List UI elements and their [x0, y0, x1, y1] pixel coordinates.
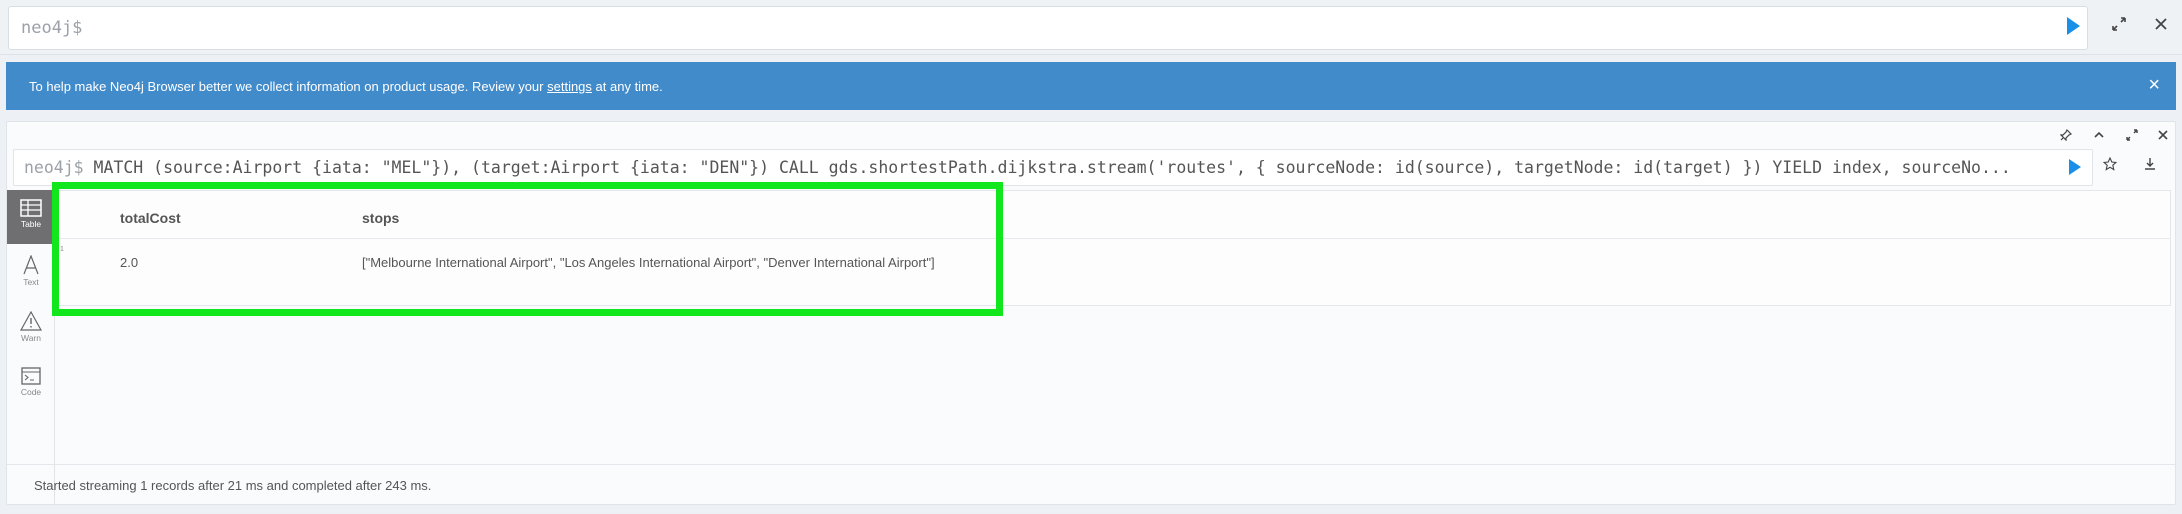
pin-icon[interactable] — [2056, 127, 2076, 147]
banner-close-icon[interactable]: × — [2148, 75, 2160, 95]
highlight-box — [52, 182, 1003, 316]
favorite-star-icon[interactable] — [2099, 156, 2121, 178]
expand-editor-icon[interactable] — [2108, 14, 2130, 36]
view-tabs: Table Text Warn Code — [7, 190, 55, 505]
usage-banner: To help make Neo4j Browser better we col… — [6, 62, 2176, 110]
table-icon — [20, 199, 42, 217]
close-frame-icon[interactable] — [2153, 127, 2173, 147]
banner-message: To help make Neo4j Browser better we col… — [29, 79, 663, 94]
rerun-query-icon[interactable] — [2069, 159, 2081, 175]
tab-warn[interactable]: Warn — [7, 302, 55, 356]
fullscreen-icon[interactable] — [2122, 127, 2142, 147]
status-bar: Started streaming 1 records after 21 ms … — [7, 464, 2175, 505]
collapse-icon[interactable] — [2089, 127, 2109, 147]
download-icon[interactable] — [2139, 156, 2161, 178]
status-message: Started streaming 1 records after 21 ms … — [34, 478, 432, 493]
frame-query-editor[interactable]: neo4j$ MATCH (source:Airport {iata: "MEL… — [13, 149, 2093, 186]
warning-icon — [20, 311, 42, 331]
run-query-icon[interactable] — [2067, 17, 2080, 35]
settings-link[interactable]: settings — [547, 79, 592, 94]
tab-text[interactable]: Text — [7, 246, 55, 300]
text-icon — [23, 255, 39, 275]
tab-table[interactable]: Table — [7, 190, 55, 244]
close-editor-icon[interactable] — [2150, 14, 2172, 36]
code-icon — [21, 367, 41, 385]
editor-prompt: neo4j$ — [21, 18, 83, 38]
query-editor-input[interactable]: neo4j$ — [8, 6, 2088, 50]
tab-code[interactable]: Code — [7, 358, 55, 412]
query-text: neo4j$ MATCH (source:Airport {iata: "MEL… — [24, 158, 2011, 177]
main-editor-bar: neo4j$ — [0, 0, 2182, 55]
